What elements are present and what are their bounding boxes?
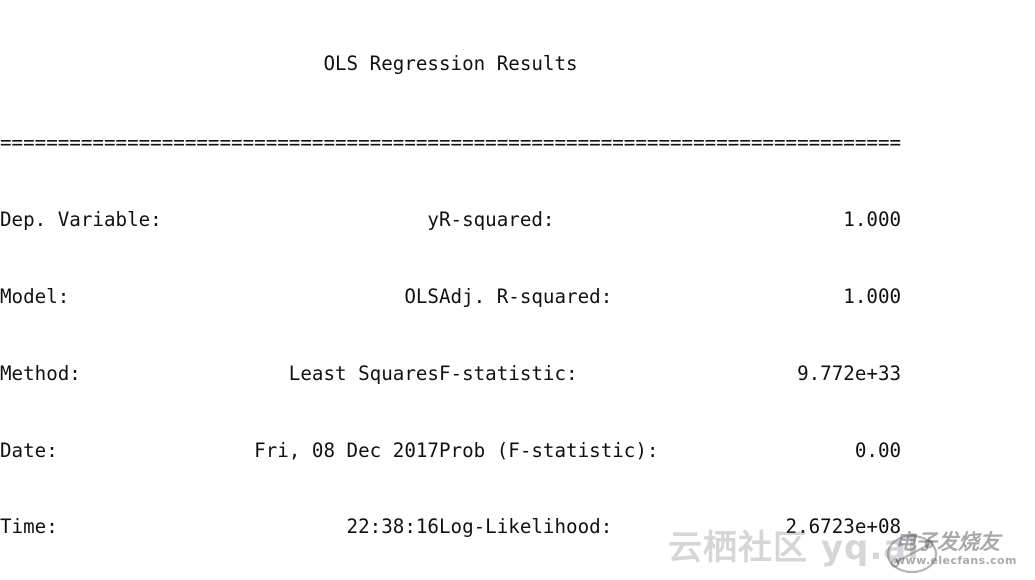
regression-report-text: OLS Regression Results =================… [0,0,1035,580]
header-row: Method: Least SquaresF-statistic: 9.772e… [0,361,902,385]
header-row: Time: 22:38:16Log-Likelihood: 2.6723e+08 [0,515,902,539]
ols-regression-summary: OLS Regression Results =================… [0,0,1035,580]
header-row: Dep. Variable: yR-squared: 1.000 [0,208,902,232]
header-row: Date: Fri, 08 Dec 2017Prob (F-statistic)… [0,438,902,462]
header-row: Model: OLSAdj. R-squared: 1.000 [0,284,902,308]
report-title: OLS Regression Results [0,52,578,76]
rule-top: ========================================… [0,131,902,155]
